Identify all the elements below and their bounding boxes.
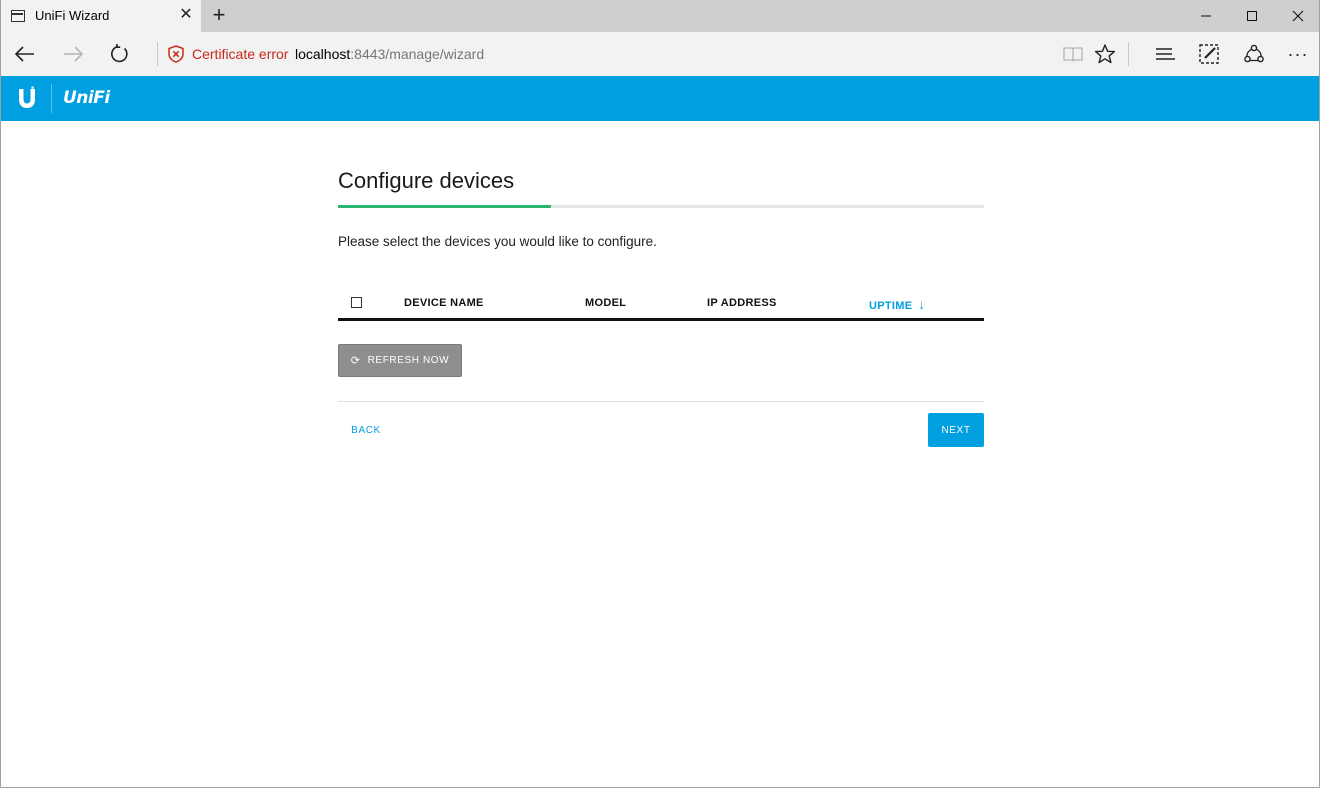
arrow-left-icon (14, 46, 34, 62)
web-note-button[interactable] (1197, 42, 1221, 66)
back-nav-button[interactable] (10, 40, 40, 68)
column-device-name[interactable]: DEVICE NAME (404, 297, 484, 309)
forward-nav-button[interactable] (58, 40, 88, 68)
tab-unifi-wizard[interactable]: UniFi Wizard ✕ (1, 0, 201, 32)
new-tab-button[interactable]: + (207, 4, 231, 28)
shield-error-icon[interactable] (167, 45, 185, 63)
reload-button[interactable] (105, 40, 135, 68)
tab-close-icon[interactable]: ✕ (177, 6, 195, 24)
minimize-button[interactable] (1183, 0, 1229, 32)
progress-bar (338, 205, 984, 208)
page-title: Configure devices (338, 168, 515, 193)
back-button[interactable]: BACK (338, 413, 394, 447)
arrow-right-icon (64, 46, 84, 62)
certificate-error-label[interactable]: Certificate error (192, 46, 288, 62)
share-icon (1244, 44, 1264, 63)
select-all-checkbox[interactable] (351, 297, 362, 308)
column-uptime[interactable]: UPTIME ↓ (869, 297, 925, 312)
column-model[interactable]: MODEL (585, 297, 626, 309)
maximize-button[interactable] (1229, 0, 1275, 32)
header-divider (51, 84, 52, 113)
refresh-icon: ⟳ (350, 355, 361, 367)
unifi-header: UniFi (1, 76, 1319, 121)
maximize-icon (1247, 11, 1257, 21)
progress-bar-fill (338, 205, 552, 208)
hub-button[interactable] (1153, 42, 1177, 66)
book-icon (1063, 47, 1083, 62)
pen-note-icon (1199, 44, 1219, 64)
hub-icon (1156, 48, 1175, 60)
footer-divider (338, 401, 984, 402)
url-path: :8443/manage/wizard (350, 46, 485, 62)
page-description: Please select the devices you would like… (338, 234, 657, 249)
address-bar[interactable]: localhost:8443/manage/wizard (295, 46, 484, 62)
share-button[interactable] (1242, 42, 1266, 66)
star-icon (1094, 44, 1116, 64)
favorite-button[interactable] (1093, 42, 1117, 66)
page-icon (11, 10, 25, 22)
toolbar-divider (157, 42, 158, 66)
sort-arrow-down-icon: ↓ (918, 297, 926, 312)
reading-view-button[interactable] (1061, 42, 1085, 66)
column-ip-address[interactable]: IP ADDRESS (707, 297, 777, 309)
tab-title: UniFi Wizard (35, 8, 110, 23)
next-button[interactable]: NEXT (928, 413, 984, 447)
unifi-logo[interactable]: UniFi (63, 88, 110, 108)
reload-icon (111, 44, 128, 63)
ubiquiti-logo-icon[interactable] (15, 86, 39, 110)
toolbar-divider (1128, 42, 1129, 66)
minimize-icon (1201, 15, 1211, 17)
device-table-header: DEVICE NAME MODEL IP ADDRESS UPTIME ↓ (338, 287, 984, 321)
refresh-now-button[interactable]: ⟳ REFRESH NOW (338, 344, 462, 377)
close-window-button[interactable] (1275, 0, 1319, 32)
column-uptime-label: UPTIME (869, 300, 913, 312)
more-menu-button[interactable]: ··· (1286, 42, 1310, 66)
refresh-now-label: REFRESH NOW (367, 355, 450, 366)
url-host: localhost (295, 46, 351, 62)
close-icon (1292, 10, 1304, 22)
browser-window: UniFi Wizard ✕ + Certificate error local… (0, 0, 1320, 788)
tab-bar: UniFi Wizard ✕ + (1, 0, 1319, 32)
address-toolbar: Certificate error localhost:8443/manage/… (1, 32, 1319, 76)
